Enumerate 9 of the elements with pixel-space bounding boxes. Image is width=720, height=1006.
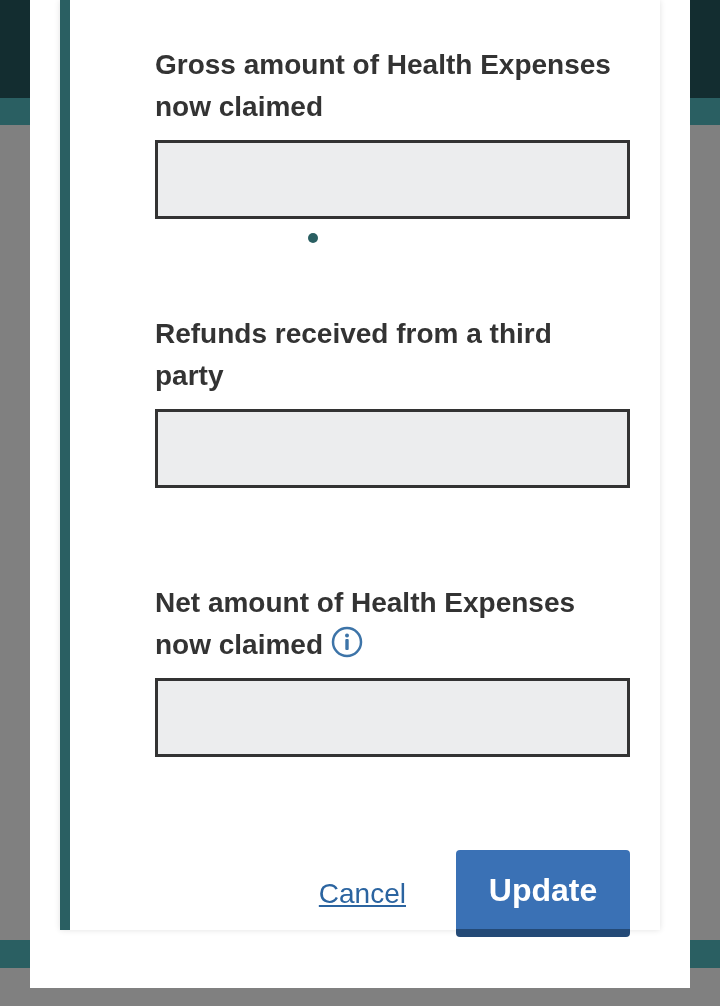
field-label: Refunds received from a third party [155, 317, 553, 393]
input-field[interactable] [155, 678, 630, 757]
input-field[interactable] [155, 140, 630, 219]
cancel-link[interactable]: Cancel [318, 872, 406, 915]
info-icon[interactable] [331, 626, 364, 658]
update-button[interactable]: Update [456, 850, 630, 937]
input-field[interactable] [155, 409, 630, 488]
field-label: Gross amount of Health Expenses now claimed [155, 48, 612, 124]
field-label: Net amount of Health Expenses now claimed [155, 586, 577, 662]
